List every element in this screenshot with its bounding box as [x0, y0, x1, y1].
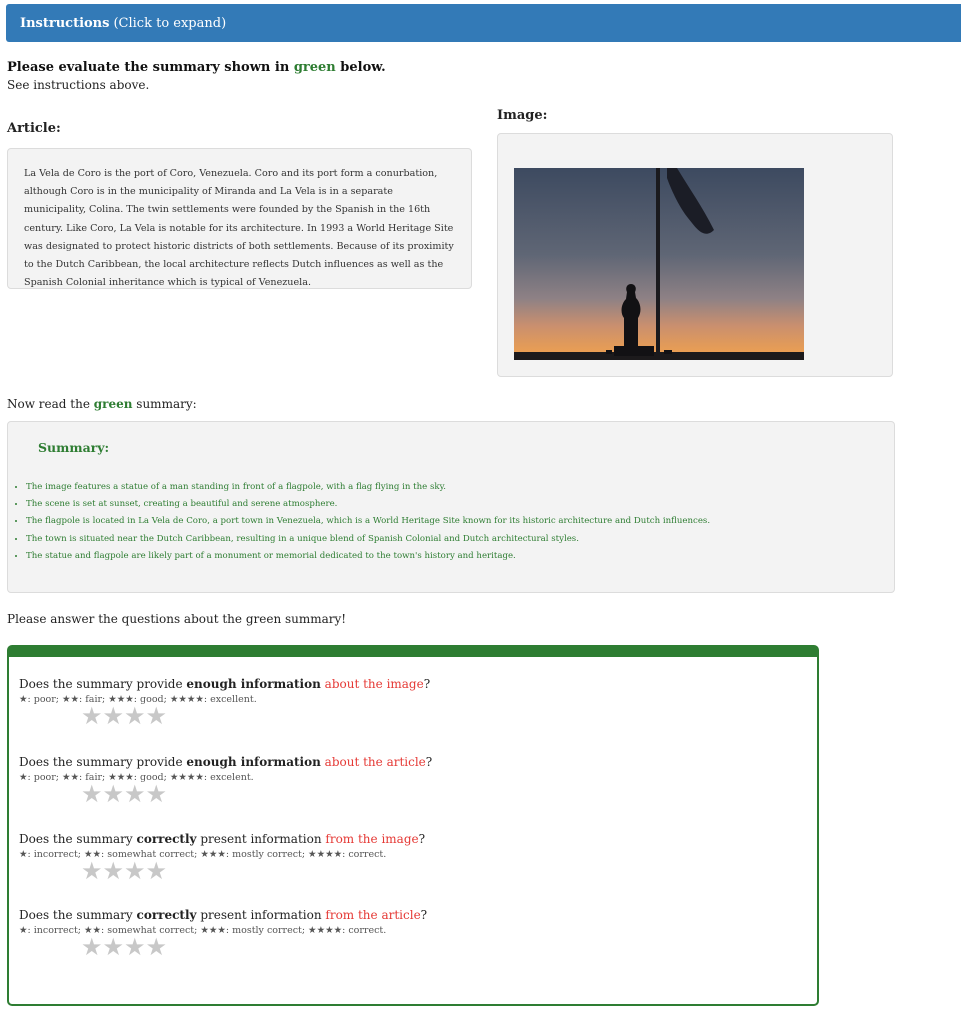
star-icon[interactable]: ★ — [146, 857, 168, 885]
question-emphasis: enough information — [186, 755, 321, 769]
question-text: Does the summary provide enough informat… — [19, 755, 432, 769]
read-summary-prompt: Now read the green summary: — [7, 397, 197, 411]
heading-prefix: Please evaluate the summary shown in — [7, 60, 294, 75]
rating-scale-legend: ★: incorrect; ★★: somewhat correct; ★★★:… — [19, 849, 387, 860]
question-emphasis: enough information — [186, 677, 321, 691]
question-pre: Does the summary provide — [19, 755, 187, 769]
summary-title: Summary: — [38, 440, 110, 455]
answer-prompt: Please answer the questions about the gr… — [7, 612, 347, 626]
star-icon[interactable]: ★ — [124, 857, 146, 885]
summary-item: The statue and flagpole are likely part … — [26, 548, 710, 565]
star-icon[interactable]: ★ — [146, 702, 168, 730]
read-prefix: Now read the — [7, 397, 94, 411]
star-icon[interactable]: ★ — [124, 702, 146, 730]
instructions-hint: (Click to expand) — [113, 15, 227, 31]
star-icon[interactable]: ★ — [146, 780, 168, 808]
question-emphasis: correctly — [136, 908, 197, 922]
question-mid: present information — [196, 832, 326, 846]
question-target: from the image — [325, 832, 419, 846]
question-1: Does the summary provide enough informat… — [19, 677, 430, 728]
instructions-title: Instructions — [20, 15, 110, 31]
question-target: about the article — [324, 755, 426, 769]
question-post: ? — [418, 832, 426, 846]
star-icon[interactable]: ★ — [81, 857, 103, 885]
question-emphasis: correctly — [136, 832, 197, 846]
page-subheading: See instructions above. — [7, 78, 150, 92]
article-label: Article: — [7, 121, 61, 136]
star-icon[interactable]: ★ — [146, 933, 168, 961]
summary-item: The town is situated near the Dutch Cari… — [26, 531, 710, 548]
star-icon[interactable]: ★ — [81, 933, 103, 961]
star-icon[interactable]: ★ — [103, 933, 125, 961]
question-target: from the article — [325, 908, 421, 922]
star-icon[interactable]: ★ — [124, 780, 146, 808]
article-text: La Vela de Coro is the port of Coro, Ven… — [24, 168, 454, 289]
question-post: ? — [423, 677, 431, 691]
question-text: Does the summary provide enough informat… — [19, 677, 430, 691]
question-mid: present information — [196, 908, 326, 922]
question-text: Does the summary correctly present infor… — [19, 908, 427, 922]
image-panel — [497, 133, 893, 377]
image-label: Image: — [497, 108, 548, 123]
read-green-word: green — [93, 397, 133, 411]
question-4: Does the summary correctly present infor… — [19, 908, 427, 959]
star-rating[interactable]: ★★★★ — [81, 859, 425, 883]
star-rating[interactable]: ★★★★ — [81, 935, 427, 959]
star-rating[interactable]: ★★★★ — [81, 782, 432, 806]
question-pre: Does the summary — [19, 908, 137, 922]
instructions-toggle[interactable]: Instructions (Click to expand) — [6, 4, 961, 42]
star-icon[interactable]: ★ — [124, 933, 146, 961]
question-pre: Does the summary provide — [19, 677, 187, 691]
question-post: ? — [420, 908, 428, 922]
read-suffix: summary: — [132, 397, 197, 411]
summary-item: The flagpole is located in La Vela de Co… — [26, 513, 710, 530]
article-panel: La Vela de Coro is the port of Coro, Ven… — [7, 148, 472, 289]
heading-green-word: green — [293, 60, 336, 75]
star-icon[interactable]: ★ — [81, 780, 103, 808]
star-icon[interactable]: ★ — [103, 780, 125, 808]
sunset-flag-statue-photo — [514, 168, 804, 360]
questions-panel: Does the summary provide enough informat… — [7, 645, 819, 1006]
star-icon[interactable]: ★ — [103, 702, 125, 730]
summary-list: The image features a statue of a man sta… — [8, 479, 710, 565]
question-target: about the image — [324, 677, 424, 691]
page-heading: Please evaluate the summary shown in gre… — [7, 60, 386, 75]
summary-item: The scene is set at sunset, creating a b… — [26, 496, 710, 513]
star-icon[interactable]: ★ — [103, 857, 125, 885]
summary-item: The image features a statue of a man sta… — [26, 479, 710, 496]
star-icon[interactable]: ★ — [81, 702, 103, 730]
question-2: Does the summary provide enough informat… — [19, 755, 432, 806]
question-3: Does the summary correctly present infor… — [19, 832, 425, 883]
question-post: ? — [425, 755, 433, 769]
question-text: Does the summary correctly present infor… — [19, 832, 425, 846]
summary-panel: Summary: The image features a statue of … — [7, 421, 895, 593]
question-pre: Does the summary — [19, 832, 137, 846]
star-rating[interactable]: ★★★★ — [81, 704, 430, 728]
heading-suffix: below. — [335, 60, 386, 75]
